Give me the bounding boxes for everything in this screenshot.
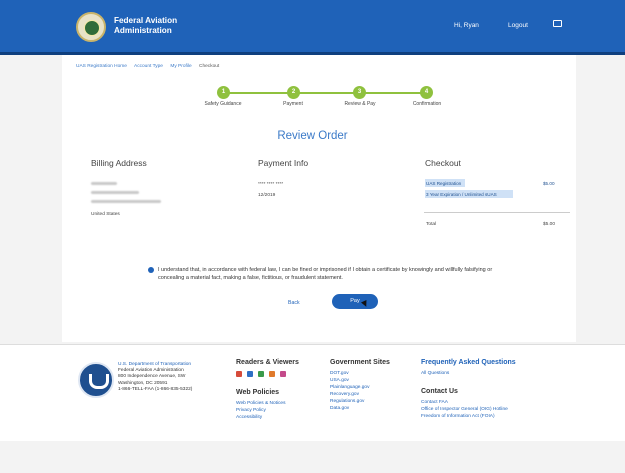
breadcrumb: UAS Registration Home Account Type My Pr… [76,64,225,69]
consent-checkbox[interactable] [148,267,154,273]
billing-line-blurred [91,182,117,185]
contact-link[interactable]: Contact FAA [421,400,448,405]
contact-link[interactable]: Freedom of Information Act (FOIA) [421,414,495,419]
gov-site-link[interactable]: Data.gov [330,406,349,411]
dot-seal-icon[interactable] [78,362,114,398]
policy-link[interactable]: Web Policies & Notices [236,401,286,406]
brand-name[interactable]: Federal Aviation Administration [114,16,204,36]
billing-line-blurred [91,191,139,194]
breadcrumb-account-type[interactable]: Account Type [134,64,163,69]
card-expiration: 12/2019 [258,193,276,198]
menu-icon[interactable] [553,20,562,27]
step-1-label: Safety Guidance [204,101,242,107]
policy-link[interactable]: Accessibility [236,415,262,420]
readers-heading: Readers & Viewers [236,359,299,366]
gov-site-link[interactable]: Regulations.gov [330,399,364,404]
consent-text: I understand that, in accordance with fe… [158,267,493,282]
step-4-label: Confirmation [412,101,442,107]
user-greeting[interactable]: Hi, Ryan [454,22,479,29]
back-button[interactable]: Back [288,300,300,306]
faq-heading[interactable]: Frequently Asked Questions [421,359,516,366]
breadcrumb-checkout: Checkout [199,64,220,69]
gov-site-link[interactable]: Plainlanguage.gov [330,385,369,390]
progress-line [223,92,427,94]
media-icon[interactable] [280,371,286,377]
footer-address: U.S. Department of Transportation Federa… [118,362,228,393]
step-2-label: Payment [283,101,303,107]
step-4-dot: 4 [420,86,433,99]
total-value: $5.00 [543,222,556,227]
contact-heading: Contact Us [421,388,458,395]
step-3-label: Review & Pay [344,101,376,107]
step-1-dot: 1 [217,86,230,99]
gov-site-link[interactable]: DOT.gov [330,371,349,376]
item-price: $5.00 [543,181,555,186]
main-panel [62,55,576,342]
card-number: **** **** **** [258,182,284,187]
billing-country: United States [91,212,120,217]
powerpoint-icon[interactable] [269,371,275,377]
checkout-heading: Checkout [425,158,461,168]
breadcrumb-my-profile[interactable]: My Profile [170,64,191,69]
page-title: Review Order [277,130,348,142]
step-3-dot: 3 [353,86,366,99]
policies-heading: Web Policies [236,389,280,396]
pay-button[interactable]: Pay [332,294,378,309]
address-line: 1-866-TELL-FAA (1-866-835-5322) [118,386,193,392]
payment-heading: Payment Info [258,158,309,168]
word-icon[interactable] [247,371,253,377]
adobe-icon[interactable] [236,371,242,377]
total-label: Total [426,222,437,227]
excel-icon[interactable] [258,371,264,377]
gov-site-link[interactable]: USA.gov [330,378,349,383]
divider [424,212,570,213]
page-bottom [0,441,625,473]
gov-sites-heading: Government Sites [330,359,390,366]
billing-line-blurred [91,200,161,203]
billing-heading: Billing Address [91,158,147,168]
faq-link[interactable]: All Questions [421,371,449,376]
faa-seal-icon[interactable] [76,12,106,42]
breadcrumb-home[interactable]: UAS Registration Home [76,64,127,69]
gov-site-link[interactable]: Recovery.gov [330,392,359,397]
item-name: UAS Registration [426,181,462,186]
policy-link[interactable]: Privacy Policy [236,408,266,413]
item-detail: 3 Year Expiration / Unlimited sUAS [426,192,497,197]
logout-link[interactable]: Logout [508,22,528,29]
step-2-dot: 2 [287,86,300,99]
contact-link[interactable]: Office of Inspector General (OIG) Hotlin… [421,407,508,412]
